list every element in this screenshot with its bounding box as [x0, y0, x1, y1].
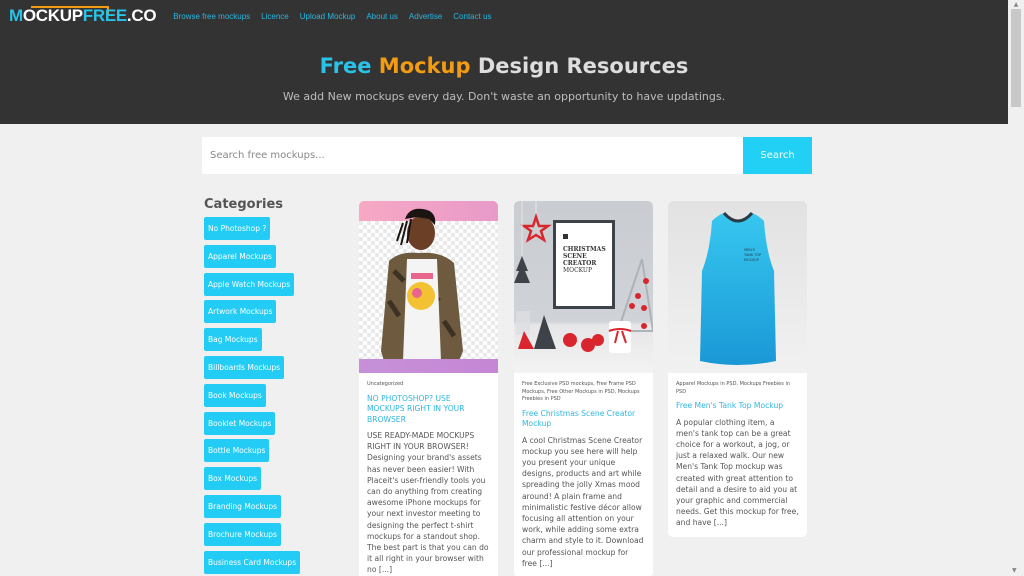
page-scrollbar[interactable]: ▲ ▼: [1008, 0, 1024, 576]
svg-text:MEN'S: MEN'S: [744, 248, 756, 252]
post-title-link[interactable]: Free Men's Tank Top Mockup: [676, 401, 799, 412]
post-thumbnail-person-tshirt[interactable]: [359, 201, 498, 373]
person-illustration: [381, 208, 463, 361]
scroll-up-arrow-icon[interactable]: ▲: [1012, 2, 1020, 8]
category-box-mockups[interactable]: Box Mockups: [204, 467, 262, 491]
post-title-link[interactable]: NO PHOTOSHOP? USE MOCKUPS RIGHT IN YOUR …: [367, 394, 490, 426]
category-business-card-mockups[interactable]: Business Card Mockups: [204, 550, 301, 574]
category-book-mockups[interactable]: Book Mockups: [204, 383, 266, 407]
hero-header: M OCKUP FREE .CO Browse free mockups Licenc…: [0, 0, 1008, 124]
thumbnail-purple-band: [359, 359, 498, 373]
frame-text-line-3: CREATOR: [563, 260, 597, 267]
category-booklet-mockups[interactable]: Booklet Mockups: [204, 411, 276, 435]
category-apple-watch-mockups[interactable]: Apple Watch Mockups: [204, 272, 295, 296]
nav-contact-us[interactable]: Contact us: [453, 12, 491, 21]
svg-text:TANK TOP: TANK TOP: [743, 253, 761, 257]
nav-advertise[interactable]: Advertise: [409, 12, 442, 21]
post-body: Uncategorized NO PHOTOSHOP? USE MOCKUPS …: [359, 373, 498, 576]
post-card: CHRISTMAS SCENE CREATOR MOCKUP Free Excl…: [514, 201, 653, 576]
top-navigation: M OCKUP FREE .CO Browse free mockups Licenc…: [0, 0, 1008, 32]
frame-text-line-1: CHRISTMAS: [563, 246, 606, 253]
category-bag-mockups[interactable]: Bag Mockups: [204, 328, 262, 352]
hero-title-free: Free: [319, 54, 372, 78]
post-categories[interactable]: Uncategorized: [367, 381, 490, 389]
category-artwork-mockups[interactable]: Artwork Mockups: [204, 300, 277, 324]
frame-text-line-2: SCENE: [563, 253, 587, 260]
hero-title: Free Mockup Design Resources: [0, 54, 1008, 78]
post-thumbnail-tank-top[interactable]: MEN'S TANK TOP MOCKUP: [668, 201, 807, 373]
scrollbar-thumb[interactable]: [1011, 9, 1021, 107]
main-nav: Browse free mockups Licence Upload Mocku…: [173, 12, 502, 21]
svg-text:MOCKUP: MOCKUP: [744, 258, 759, 262]
category-bottle-mockups[interactable]: Bottle Mockups: [204, 439, 270, 463]
post-body: Apparel Mockups in PSD, Mockups Freebies…: [668, 373, 807, 535]
scroll-down-arrow-icon[interactable]: ▼: [1012, 567, 1017, 574]
post-categories[interactable]: Free Exclusive PSD mockups, Free Frame P…: [522, 381, 645, 404]
post-body: Free Exclusive PSD mockups, Free Frame P…: [514, 373, 653, 575]
categories-title: Categories: [204, 197, 284, 212]
post-card: Uncategorized NO PHOTOSHOP? USE MOCKUPS …: [359, 201, 498, 576]
category-no-photoshop[interactable]: No Photoshop ?: [204, 217, 271, 240]
category-billboards-mockups[interactable]: Billboards Mockups: [204, 355, 285, 379]
category-apparel-mockups[interactable]: Apparel Mockups: [204, 244, 276, 268]
site-logo[interactable]: M OCKUP FREE .CO: [9, 5, 157, 27]
categories-sidebar: Categories No Photoshop ? Apparel Mockup…: [204, 197, 301, 576]
nav-licence[interactable]: Licence: [261, 12, 289, 21]
search-input[interactable]: [202, 137, 743, 174]
christmas-scene-illustration: CHRISTMAS SCENE CREATOR MOCKUP: [514, 201, 653, 353]
post-categories[interactable]: Apparel Mockups in PSD, Mockups Freebies…: [676, 381, 799, 396]
category-brochure-mockups[interactable]: Brochure Mockups: [204, 522, 281, 546]
frame-text-line-4: MOCKUP: [563, 267, 592, 274]
post-card: MEN'S TANK TOP MOCKUP Apparel Mockups in…: [668, 201, 807, 537]
logo-m: M: [9, 6, 23, 25]
post-title-link[interactable]: Free Christmas Scene Creator Mockup: [522, 409, 645, 430]
category-branding-mockups[interactable]: Branding Mockups: [204, 494, 282, 518]
search-button[interactable]: Search: [743, 137, 812, 174]
logo-co: .CO: [126, 6, 157, 25]
tank-top-illustration: MEN'S TANK TOP MOCKUP: [700, 211, 776, 365]
nav-browse-free-mockups[interactable]: Browse free mockups: [173, 12, 250, 21]
post-excerpt: USE READY-MADE MOCKUPS RIGHT IN YOUR BRO…: [367, 431, 489, 575]
logo-free: FREE: [82, 6, 127, 25]
post-excerpt: A popular clothing item, a men's tank to…: [676, 417, 799, 528]
nav-upload-mockup[interactable]: Upload Mockup: [300, 12, 356, 21]
search-form: Search: [202, 137, 812, 174]
post-excerpt: A cool Christmas Scene Creator mockup yo…: [522, 435, 644, 568]
hero-title-mockup: Mockup: [378, 54, 471, 78]
hero-title-rest: Design Resources: [477, 54, 689, 78]
nav-about-us[interactable]: About us: [366, 12, 398, 21]
hero-subtitle: We add New mockups every day. Don't wast…: [282, 90, 726, 103]
post-thumbnail-christmas-scene[interactable]: CHRISTMAS SCENE CREATOR MOCKUP: [514, 201, 653, 373]
category-list: No Photoshop ? Apparel Mockups Apple Wat…: [204, 217, 301, 576]
